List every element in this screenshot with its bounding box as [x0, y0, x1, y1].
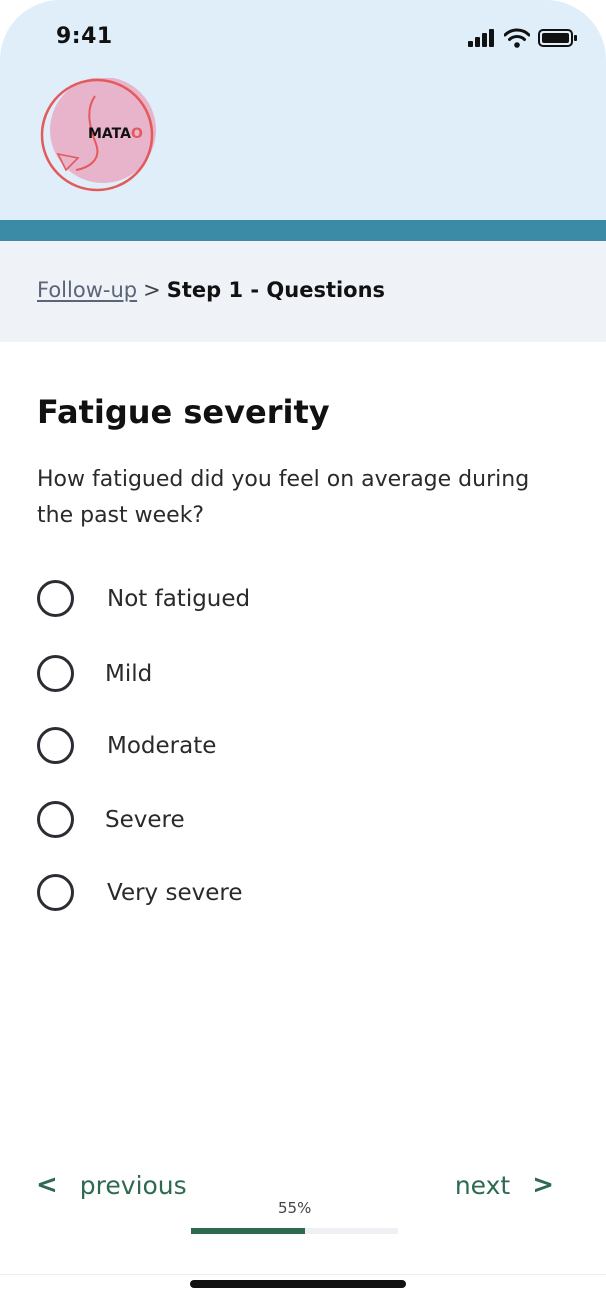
radio-button[interactable] [37, 727, 74, 764]
previous-label: previous [79, 1170, 187, 1200]
radio-button[interactable] [37, 801, 74, 838]
option-moderate[interactable]: Moderate [37, 727, 216, 764]
app-header: 9:41 MATAO [0, 0, 606, 220]
option-very-severe[interactable]: Very severe [37, 874, 242, 911]
option-mild[interactable]: Mild [37, 655, 152, 692]
option-label: Mild [105, 660, 153, 687]
question-text: How fatigued did you feel on average dur… [37, 467, 530, 528]
radio-button[interactable] [37, 655, 74, 692]
chevron-left-icon: < [36, 1170, 58, 1200]
progress-bar [191, 1228, 398, 1234]
radio-button[interactable] [37, 874, 74, 911]
option-not-fatigued[interactable]: Not fatigued [37, 580, 250, 617]
status-time: 9:41 [56, 24, 113, 49]
next-button[interactable]: next > [455, 1170, 554, 1200]
app-screen: 9:41 MATAO Follow-up > Step 1 - Question… [0, 0, 606, 1308]
progress-fill [191, 1228, 305, 1234]
option-label: Very severe [107, 879, 243, 906]
chevron-right-icon: > [532, 1170, 554, 1200]
option-label: Moderate [107, 732, 217, 759]
previous-button[interactable]: < previous [36, 1170, 187, 1200]
breadcrumb-separator: > [143, 278, 161, 302]
option-severe[interactable]: Severe [37, 801, 185, 838]
radio-button[interactable] [37, 580, 74, 617]
signal-icon [468, 29, 494, 47]
question-title: Fatigue severity [37, 393, 330, 431]
home-indicator [190, 1280, 406, 1288]
option-label: Not fatigued [107, 585, 251, 612]
status-icons [468, 28, 578, 48]
option-label: Severe [105, 806, 185, 833]
next-label: next [454, 1170, 511, 1200]
breadcrumb-link-follow-up[interactable]: Follow-up [37, 278, 137, 302]
progress-percent: 55% [278, 1199, 312, 1217]
breadcrumb: Follow-up > Step 1 - Questions [37, 278, 385, 302]
svg-text:MATAO: MATAO [88, 126, 143, 142]
matao-logo: MATAO [40, 77, 156, 194]
breadcrumb-current: Step 1 - Questions [166, 278, 386, 302]
wifi-icon [504, 28, 530, 48]
header-divider-bar [0, 220, 606, 241]
bottom-divider [0, 1274, 606, 1275]
battery-icon [538, 29, 577, 47]
